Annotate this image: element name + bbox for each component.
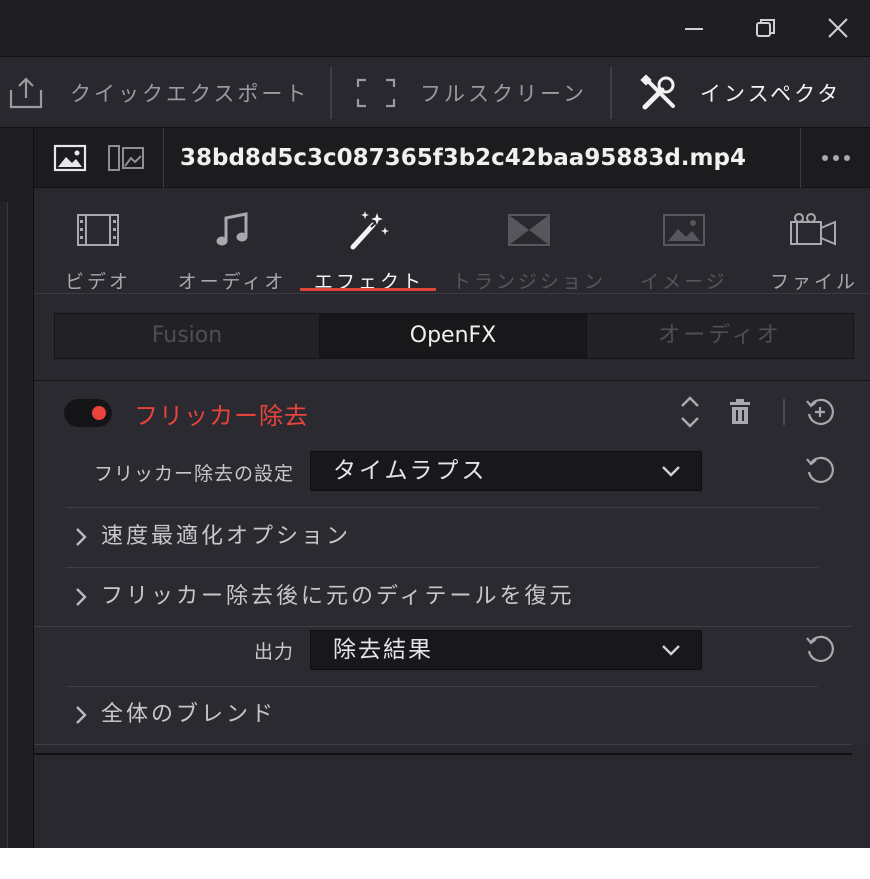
output-dropdown[interactable]: 除去結果 xyxy=(310,630,702,670)
chevron-right-icon xyxy=(74,705,88,729)
minimize-icon[interactable] xyxy=(676,10,712,46)
section-restore-detail[interactable]: フリッカー除去後に元のディテールを復元 xyxy=(74,568,826,626)
camera-icon xyxy=(789,188,839,267)
effect-category-switch: Fusion OpenFX オーディオ xyxy=(54,313,854,359)
active-tab-indicator xyxy=(300,288,436,291)
divider xyxy=(34,626,852,627)
chevron-down-icon xyxy=(661,640,681,664)
more-options-icon[interactable] xyxy=(800,128,870,188)
left-panel-scroll xyxy=(0,202,8,848)
section-blend-label: 全体のブレンド xyxy=(101,702,277,727)
filmstrip-view-icon[interactable] xyxy=(106,141,146,175)
tab-transition-label: トランジション xyxy=(452,271,607,293)
flicker-setting-dropdown[interactable]: タイムラプス xyxy=(310,451,702,491)
effect-enable-toggle[interactable] xyxy=(64,399,112,427)
upload-icon xyxy=(8,76,44,110)
inspector-tabs: ビデオ オーディオ エフェクト トランジション イメージ ファイル xyxy=(34,188,870,294)
panel-bottom-divider xyxy=(34,753,852,755)
image-icon xyxy=(662,188,706,267)
close-icon[interactable] xyxy=(820,10,856,46)
clip-filename: 38bd8d5c3c087365f3b2c42baa95883d.mp4 xyxy=(180,145,746,171)
section-restore-label: フリッカー除去後に元のディテールを復元 xyxy=(101,584,575,609)
transition-icon xyxy=(507,188,551,267)
music-note-icon xyxy=(213,188,251,267)
tab-video-label: ビデオ xyxy=(64,271,131,293)
tools-icon xyxy=(640,74,678,112)
flicker-setting-label: フリッカー除去の設定 xyxy=(93,463,294,485)
output-label: 出力 xyxy=(253,641,294,663)
section-speed-label: 速度最適化オプション xyxy=(101,524,352,549)
toolbar-divider xyxy=(610,67,612,119)
app-window: クイックエクスポート フルスクリーン インスペクタ 38bd8d5c3c0873… xyxy=(0,0,870,848)
inspector-label: インスペクタ xyxy=(700,82,842,106)
tab-file-label: ファイル xyxy=(769,271,858,293)
restore-icon[interactable] xyxy=(748,10,784,46)
left-panel-edge xyxy=(0,128,34,848)
tab-image[interactable]: イメージ xyxy=(636,188,732,294)
header-divider xyxy=(783,399,785,425)
effect-block: フリッカー除去 フリッカー除去の設定 タイムラプス 速度最適化オプション フリッ… xyxy=(34,380,870,745)
tab-video[interactable]: ビデオ xyxy=(60,188,136,294)
top-toolbar: クイックエクスポート フルスクリーン インスペクタ xyxy=(0,56,870,128)
fullscreen-label: フルスクリーン xyxy=(420,82,587,106)
chevron-right-icon xyxy=(74,587,88,611)
view-mode-icons xyxy=(34,128,164,188)
fullscreen-icon xyxy=(356,78,396,108)
quick-export-button[interactable]: クイックエクスポート xyxy=(8,57,309,129)
title-bar xyxy=(0,0,870,56)
single-image-icon[interactable] xyxy=(52,141,88,175)
divider xyxy=(34,744,852,745)
section-speed-optimization[interactable]: 速度最適化オプション xyxy=(74,508,826,566)
flicker-setting-value: タイムラプス xyxy=(333,458,488,484)
segment-openfx[interactable]: OpenFX xyxy=(319,314,587,358)
tab-transition[interactable]: トランジション xyxy=(452,188,607,294)
tab-audio[interactable]: オーディオ xyxy=(174,188,290,294)
delete-trash-icon[interactable] xyxy=(726,397,754,427)
toolbar-divider xyxy=(330,67,332,119)
tab-image-label: イメージ xyxy=(640,271,728,293)
chevron-right-icon xyxy=(74,527,88,551)
reset-icon[interactable] xyxy=(804,454,836,486)
segment-fusion[interactable]: Fusion xyxy=(55,314,319,358)
reset-icon[interactable] xyxy=(804,633,836,665)
section-blend[interactable]: 全体のブレンド xyxy=(74,686,826,744)
tab-file[interactable]: ファイル xyxy=(766,188,862,294)
tab-effects[interactable]: エフェクト xyxy=(314,188,424,294)
effect-title: フリッカー除去 xyxy=(134,402,309,430)
magic-wand-icon xyxy=(347,188,391,267)
file-header: 38bd8d5c3c087365f3b2c42baa95883d.mp4 xyxy=(34,128,870,188)
reorder-updown-icon[interactable] xyxy=(676,392,704,432)
quick-export-label: クイックエクスポート xyxy=(70,82,310,106)
fullscreen-button[interactable]: フルスクリーン xyxy=(356,57,587,129)
segment-audio[interactable]: オーディオ xyxy=(587,314,853,358)
output-value: 除去結果 xyxy=(333,637,433,663)
inspector-button[interactable]: インスペクタ xyxy=(640,57,841,129)
reset-all-icon[interactable] xyxy=(804,396,836,428)
inspector-panel: 38bd8d5c3c087365f3b2c42baa95883d.mp4 ビデオ… xyxy=(34,128,870,848)
tab-audio-label: オーディオ xyxy=(177,271,287,293)
chevron-down-icon xyxy=(661,461,681,485)
film-icon xyxy=(76,188,120,267)
